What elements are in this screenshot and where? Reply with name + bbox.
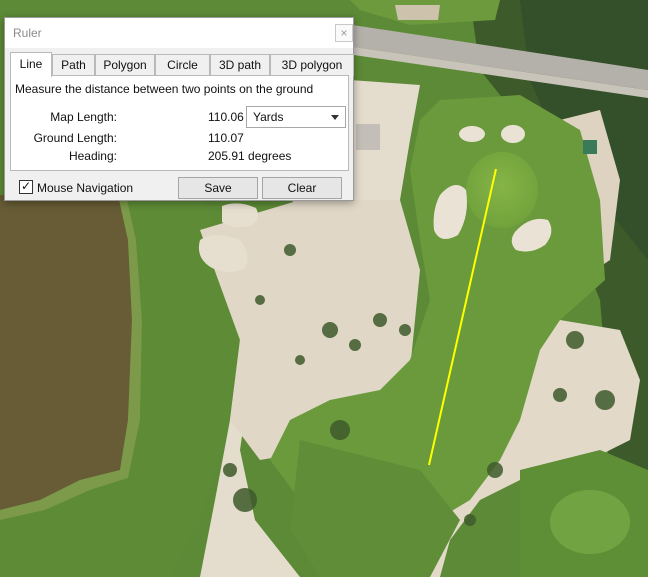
save-button[interactable]: Save	[178, 177, 258, 199]
chevron-down-icon	[331, 115, 339, 120]
tab-3d-path[interactable]: 3D path	[210, 54, 270, 76]
mouse-navigation-label[interactable]: Mouse Navigation	[37, 181, 133, 195]
close-icon: ×	[340, 26, 348, 40]
line-panel: Measure the distance between two points …	[10, 75, 349, 171]
units-selected: Yards	[253, 110, 284, 124]
putting-green	[466, 152, 538, 228]
units-dropdown[interactable]: Yards	[246, 106, 346, 128]
tab-line[interactable]: Line	[10, 52, 52, 77]
window-title: Ruler	[13, 26, 42, 40]
ground-length-value: 110.07	[208, 131, 244, 145]
mouse-navigation-checkbox[interactable]: ✓	[19, 180, 33, 194]
heading-label: Heading:	[68, 149, 117, 163]
clear-button[interactable]: Clear	[262, 177, 342, 199]
tab-polygon[interactable]: Polygon	[95, 54, 155, 76]
water-body	[0, 195, 132, 510]
heading-value: 205.91 degrees	[208, 149, 292, 163]
tab-3d-polygon[interactable]: 3D polygon	[270, 54, 354, 76]
ruler-dialog: Ruler × Line Path Polygon Circle 3D path…	[4, 17, 354, 201]
map-length-label: Map Length:	[50, 110, 117, 124]
check-icon: ✓	[20, 179, 32, 193]
ground-length-label: Ground Length:	[33, 131, 117, 145]
title-bar[interactable]: Ruler	[5, 18, 353, 48]
map-length-value: 110.06	[208, 110, 244, 124]
panel-description: Measure the distance between two points …	[15, 82, 314, 96]
tab-path[interactable]: Path	[52, 54, 95, 76]
close-button[interactable]: ×	[335, 24, 353, 42]
tab-circle[interactable]: Circle	[155, 54, 210, 76]
